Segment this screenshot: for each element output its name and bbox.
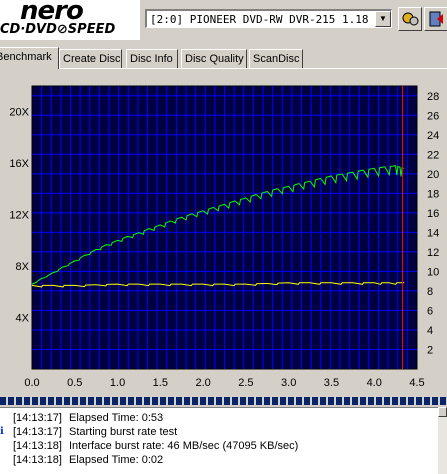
y-right-tick-label: 22 xyxy=(427,149,439,161)
chevron-down-icon[interactable]: ▼ xyxy=(375,11,391,27)
y-right-tick-label: 20 xyxy=(427,169,439,181)
drive-select-value: [2:0] PIONEER DVD-RW DVR-215 1.18 xyxy=(150,13,369,26)
exit-button[interactable] xyxy=(424,7,447,31)
x-tick-label: 4.5 xyxy=(409,377,424,389)
log-row: [14:13:17] Starting burst rate test xyxy=(13,425,177,439)
x-tick-label: 3.0 xyxy=(281,377,296,389)
y-left-tick-label: 20X xyxy=(9,107,29,119)
log-time: [14:13:18] xyxy=(13,440,62,452)
y-right-tick-label: 24 xyxy=(427,130,439,142)
nero-logo: nero CD·DVD⊘SPEED xyxy=(0,0,140,40)
y-left-tick-label: 4X xyxy=(16,313,30,325)
y-right-tick-label: 16 xyxy=(427,208,439,220)
x-tick-label: 0.5 xyxy=(67,377,82,389)
drive-select[interactable]: [2:0] PIONEER DVD-RW DVR-215 1.18 ▼ xyxy=(145,9,392,28)
x-tick-label: 1.5 xyxy=(153,377,168,389)
log-text: Starting burst rate test xyxy=(69,426,178,438)
log-panel: [14:13:17] Elapsed Time: 0:53 ℹ [14:13:17… xyxy=(0,407,438,474)
log-row: [14:13:17] Elapsed Time: 0:53 xyxy=(13,411,163,425)
y-right-tick-label: 12 xyxy=(427,247,439,259)
log-time: [14:13:17] xyxy=(13,426,62,438)
y-right-tick-label: 2 xyxy=(427,344,433,356)
y-right-tick-label: 8 xyxy=(427,286,433,298)
benchmark-chart-svg: 0.0 0.5 1.0 1.5 2.0 2.5 3.0 3.5 4.0 4.5 4X 8X 12X 16X… xyxy=(9,85,439,389)
y-left-tick-label: 8X xyxy=(16,261,30,273)
benchmark-chart: 0.0 0.5 1.0 1.5 2.0 2.5 3.0 3.5 4.0 4.5 4X 8X 12X 16X… xyxy=(0,70,447,394)
logo-text-cddvdspeed: CD·DVD⊘SPEED xyxy=(0,22,116,37)
y-right-tick-label: 26 xyxy=(427,110,439,122)
y-right-tick-label: 6 xyxy=(427,305,433,317)
y-left-tick-label: 16X xyxy=(9,158,29,170)
x-tick-label: 3.5 xyxy=(324,377,339,389)
drive-settings-icon xyxy=(402,12,419,26)
log-text: Elapsed Time: 0:02 xyxy=(69,454,164,466)
log-row: [14:13:18] Interface burst rate: 46 MB/se… xyxy=(13,439,298,453)
info-icon: ℹ xyxy=(0,426,4,437)
x-tick-label: 0.0 xyxy=(24,377,39,389)
log-time: [14:13:18] xyxy=(13,454,62,466)
y-right-tick-label: 28 xyxy=(427,91,439,103)
x-tick-label: 1.0 xyxy=(110,377,125,389)
y-right-tick-label: 14 xyxy=(427,227,439,239)
exit-icon xyxy=(429,11,443,27)
y-right-tick-label: 18 xyxy=(427,188,439,200)
y-right-tick-label: 10 xyxy=(427,266,439,278)
log-scrollbar[interactable] xyxy=(438,407,447,474)
progress-bar xyxy=(0,397,447,405)
log-time: [14:13:17] xyxy=(13,412,62,424)
y-right-tick-label: 4 xyxy=(427,325,433,337)
tab-create-disc[interactable]: Create Disc xyxy=(59,49,122,69)
x-tick-label: 4.0 xyxy=(367,377,382,389)
tab-benchmark[interactable]: Benchmark xyxy=(0,47,59,69)
scroll-up-button[interactable] xyxy=(438,407,447,417)
log-text: Elapsed Time: 0:53 xyxy=(69,412,164,424)
x-tick-label: 2.0 xyxy=(195,377,210,389)
tab-scandisc[interactable]: ScanDisc xyxy=(249,49,303,69)
tab-bar: Benchmark Create Disc Disc Info Disc Qua… xyxy=(0,47,447,69)
tab-disc-info[interactable]: Disc Info xyxy=(126,49,178,69)
log-text: Interface burst rate: 46 MB/sec (47095 K… xyxy=(69,440,299,452)
y-left-tick-label: 12X xyxy=(9,210,29,222)
log-row: [14:13:18] Elapsed Time: 0:02 xyxy=(13,453,163,467)
x-tick-label: 2.5 xyxy=(238,377,253,389)
drive-settings-button[interactable] xyxy=(398,7,422,31)
tab-disc-quality[interactable]: Disc Quality xyxy=(181,49,247,69)
